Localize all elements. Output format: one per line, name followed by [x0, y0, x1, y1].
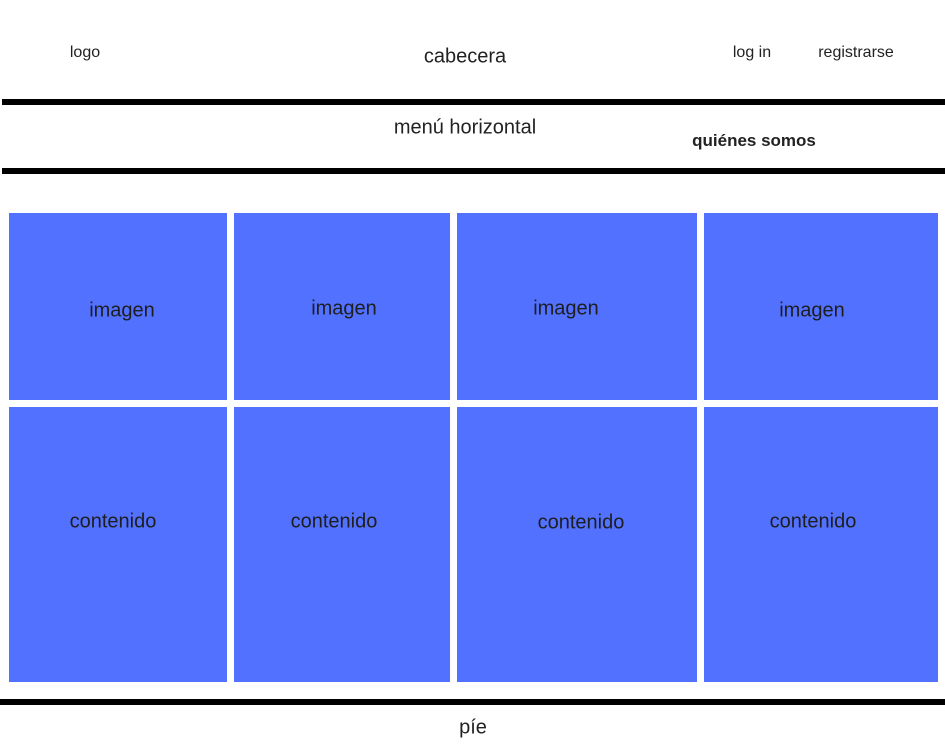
image-block: imagen: [234, 213, 450, 400]
content-block: contenido: [704, 407, 938, 682]
header-divider: [2, 99, 945, 105]
image-label: imagen: [89, 299, 155, 322]
content-block: contenido: [9, 407, 227, 682]
image-label: imagen: [533, 297, 599, 320]
footer-label: píe: [459, 716, 487, 739]
menu-item-about[interactable]: quiénes somos: [692, 131, 816, 151]
content-label: contenido: [537, 511, 625, 534]
login-link[interactable]: log in: [733, 44, 771, 62]
image-label: imagen: [311, 297, 377, 320]
content-block: contenido: [457, 407, 697, 682]
content-label: contenido: [769, 510, 857, 533]
content-block: contenido: [234, 407, 450, 682]
image-block: imagen: [704, 213, 938, 400]
register-link[interactable]: registrarse: [818, 44, 894, 62]
image-block: imagen: [457, 213, 697, 400]
content-label: contenido: [69, 510, 157, 533]
image-block: imagen: [9, 213, 227, 400]
image-label: imagen: [779, 299, 845, 322]
footer-divider: [0, 699, 945, 705]
logo-placeholder: logo: [69, 44, 101, 61]
menu-title: menú horizontal: [393, 116, 537, 139]
menu-divider: [2, 168, 945, 174]
content-label: contenido: [290, 510, 378, 533]
header-title: cabecera: [423, 45, 507, 68]
